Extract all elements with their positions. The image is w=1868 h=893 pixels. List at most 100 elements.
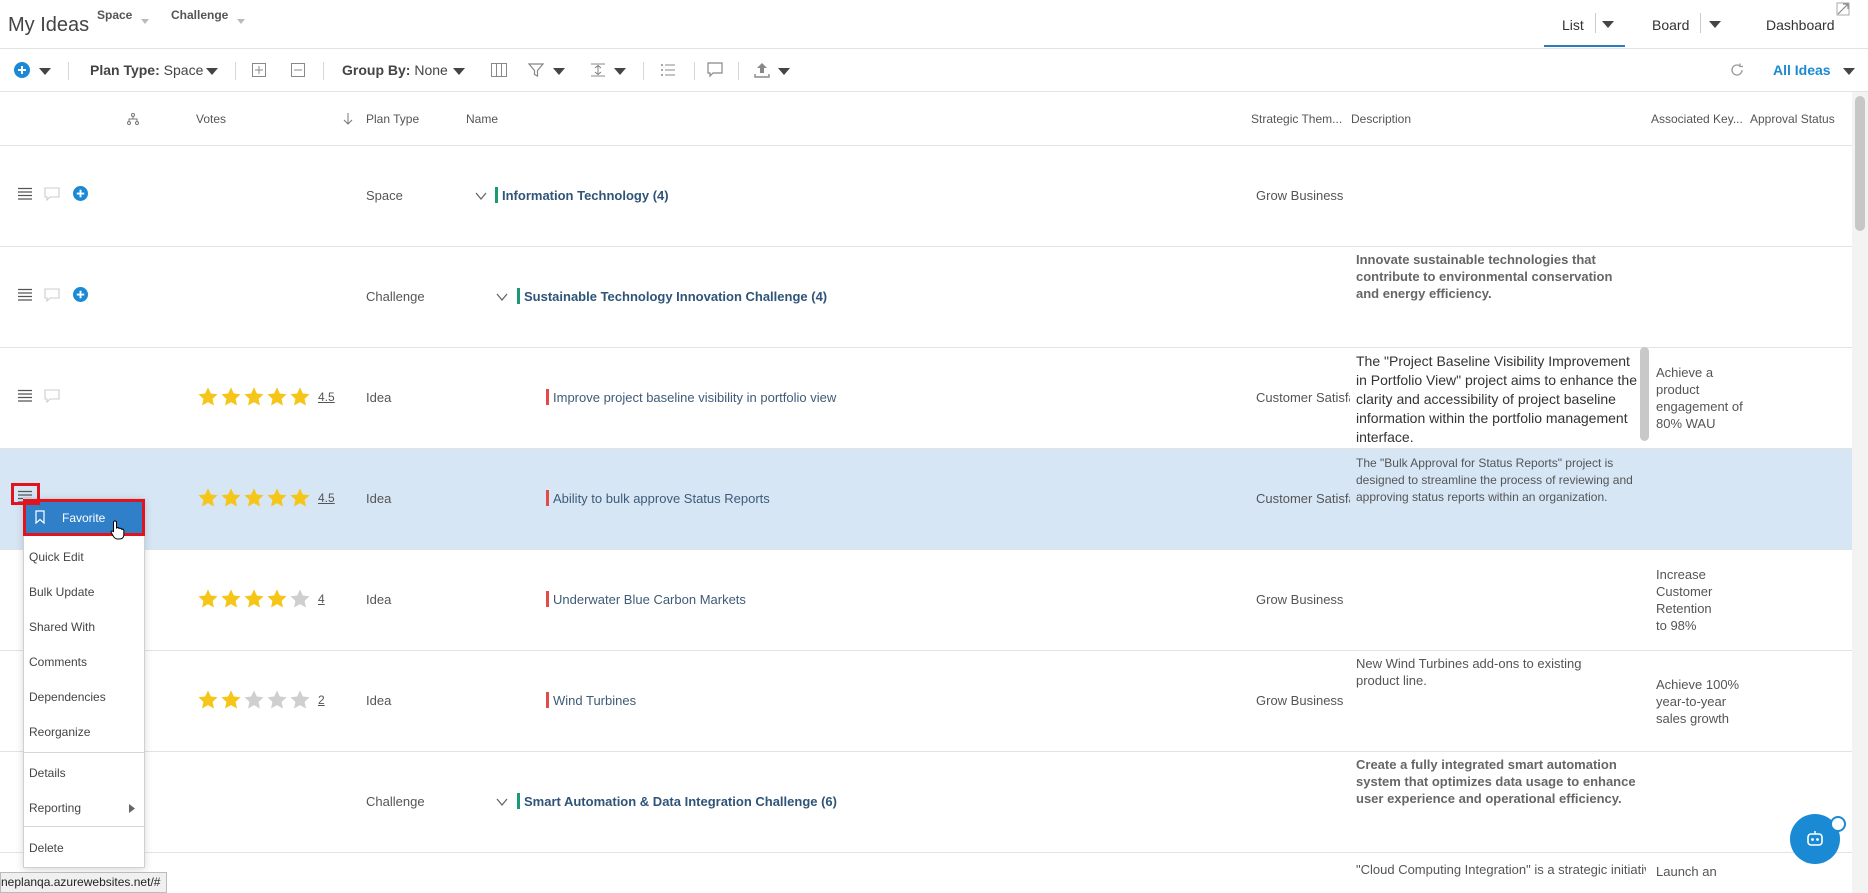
name-cell[interactable]: Underwater Blue Carbon Markets	[553, 592, 746, 607]
breadcrumb-challenge[interactable]: Challenge	[171, 8, 245, 24]
row-height-icon[interactable]	[590, 62, 606, 78]
refresh-icon[interactable]	[1730, 63, 1744, 77]
star-icon[interactable]	[266, 588, 288, 610]
collapse-chevron-icon[interactable]	[496, 798, 508, 806]
column-strategic-theme[interactable]: Strategic Them...	[1251, 112, 1342, 126]
name-cell[interactable]: Smart Automation & Data Integration Chal…	[524, 794, 837, 809]
table-row[interactable]: 4.5 Idea Improve project baseline visibi…	[0, 348, 1852, 449]
comment-icon[interactable]	[44, 389, 60, 403]
table-row[interactable]: Space Information Technology (4) Grow Bu…	[0, 146, 1852, 247]
board-view-dropdown-icon[interactable]	[1709, 21, 1721, 28]
star-icon[interactable]	[197, 588, 219, 610]
list-view-icon[interactable]	[660, 63, 676, 77]
menu-item-favorite[interactable]: Favorite	[23, 499, 145, 540]
star-icon[interactable]	[197, 487, 219, 509]
star-icon[interactable]	[289, 689, 311, 711]
star-icon[interactable]	[197, 386, 219, 408]
tab-dashboard[interactable]: Dashboard	[1766, 17, 1835, 33]
star-rating[interactable]: 4.5	[197, 386, 335, 408]
star-icon[interactable]	[197, 689, 219, 711]
row-menu-icon[interactable]	[17, 288, 33, 302]
comment-icon[interactable]	[44, 187, 60, 201]
expand-icon[interactable]	[1836, 2, 1850, 16]
collapse-chevron-icon[interactable]	[496, 293, 508, 301]
name-cell[interactable]: Improve project baseline visibility in p…	[553, 390, 836, 405]
rating-value[interactable]: 2	[318, 693, 325, 707]
star-icon[interactable]	[243, 487, 265, 509]
collapse-chevron-icon[interactable]	[475, 192, 487, 200]
tab-list[interactable]: List	[1562, 17, 1584, 33]
name-cell[interactable]: Wind Turbines	[553, 693, 636, 708]
table-row[interactable]: 2 Idea Wind Turbines Grow Business New W…	[0, 651, 1852, 752]
comment-icon[interactable]	[707, 62, 723, 78]
hierarchy-icon[interactable]	[127, 113, 139, 125]
add-icon[interactable]	[14, 62, 30, 78]
star-icon[interactable]	[243, 588, 265, 610]
row-menu-icon[interactable]	[17, 389, 33, 403]
cell-scrollbar[interactable]	[1640, 347, 1649, 441]
comment-icon[interactable]	[44, 288, 60, 302]
menu-item-shared-with[interactable]: Shared With	[29, 620, 95, 634]
star-rating[interactable]: 4	[197, 588, 325, 610]
column-name[interactable]: Name	[466, 112, 498, 126]
table-row[interactable]: 4 Idea Underwater Blue Carbon Markets Gr…	[0, 550, 1852, 651]
star-icon[interactable]	[243, 689, 265, 711]
star-rating[interactable]: 2	[197, 689, 325, 711]
all-ideas-filter[interactable]: All Ideas	[1773, 62, 1831, 78]
row-menu-icon[interactable]	[17, 187, 33, 201]
name-cell[interactable]: Sustainable Technology Innovation Challe…	[524, 289, 827, 304]
column-approval-status[interactable]: Approval Status	[1750, 112, 1835, 126]
menu-item-dependencies[interactable]: Dependencies	[29, 690, 106, 704]
column-plan-type[interactable]: Plan Type	[366, 112, 419, 126]
star-icon[interactable]	[220, 588, 242, 610]
group-by-chevron-icon[interactable]	[453, 68, 465, 75]
export-icon[interactable]	[754, 62, 770, 78]
tab-board[interactable]: Board	[1652, 17, 1689, 33]
star-icon[interactable]	[289, 487, 311, 509]
menu-item-reorganize[interactable]: Reorganize	[29, 725, 90, 739]
breadcrumb-space[interactable]: Space	[97, 8, 149, 24]
star-rating[interactable]: 4.5	[197, 487, 335, 509]
column-description[interactable]: Description	[1351, 112, 1411, 126]
name-cell[interactable]: Ability to bulk approve Status Reports	[553, 491, 770, 506]
column-votes[interactable]: Votes	[196, 112, 226, 126]
table-row[interactable]: "Cloud Computing Integration" is a strat…	[0, 853, 1852, 893]
row-height-dropdown-icon[interactable]	[614, 68, 626, 75]
star-icon[interactable]	[266, 386, 288, 408]
filter-icon[interactable]	[528, 62, 544, 78]
star-icon[interactable]	[220, 689, 242, 711]
filter-dropdown-icon[interactable]	[553, 68, 565, 75]
menu-item-bulk-update[interactable]: Bulk Update	[29, 585, 94, 599]
export-dropdown-icon[interactable]	[778, 68, 790, 75]
table-row-selected[interactable]: 4.5 Idea Ability to bulk approve Status …	[0, 449, 1852, 550]
menu-item-details[interactable]: Details	[29, 766, 66, 780]
sort-arrow-icon[interactable]	[343, 113, 353, 125]
table-row[interactable]: Challenge Smart Automation & Data Integr…	[0, 752, 1852, 853]
menu-item-delete[interactable]: Delete	[29, 841, 64, 855]
collapse-all-icon[interactable]	[291, 63, 305, 77]
vertical-scrollbar[interactable]	[1852, 92, 1868, 893]
add-child-icon[interactable]	[73, 287, 88, 302]
add-dropdown-icon[interactable]	[39, 68, 51, 75]
star-icon[interactable]	[220, 487, 242, 509]
plan-type-chevron-icon[interactable]	[206, 68, 218, 75]
scrollbar-thumb[interactable]	[1855, 96, 1865, 231]
rating-value[interactable]: 4.5	[318, 491, 335, 505]
star-icon[interactable]	[220, 386, 242, 408]
expand-all-icon[interactable]	[252, 63, 266, 77]
star-icon[interactable]	[289, 588, 311, 610]
star-icon[interactable]	[289, 386, 311, 408]
menu-item-reporting[interactable]: Reporting	[29, 801, 81, 815]
menu-item-comments[interactable]: Comments	[29, 655, 87, 669]
group-by-dropdown[interactable]: Group By: None	[342, 62, 448, 78]
star-icon[interactable]	[266, 689, 288, 711]
star-icon[interactable]	[266, 487, 288, 509]
name-cell[interactable]: Information Technology (4)	[502, 188, 669, 203]
star-icon[interactable]	[243, 386, 265, 408]
list-view-dropdown-icon[interactable]	[1602, 21, 1614, 28]
columns-icon[interactable]	[491, 63, 507, 77]
table-row[interactable]: Challenge Sustainable Technology Innovat…	[0, 247, 1852, 348]
column-associated-key-results[interactable]: Associated Key...	[1651, 112, 1743, 126]
add-child-icon[interactable]	[73, 186, 88, 201]
all-ideas-chevron-icon[interactable]	[1843, 68, 1855, 75]
